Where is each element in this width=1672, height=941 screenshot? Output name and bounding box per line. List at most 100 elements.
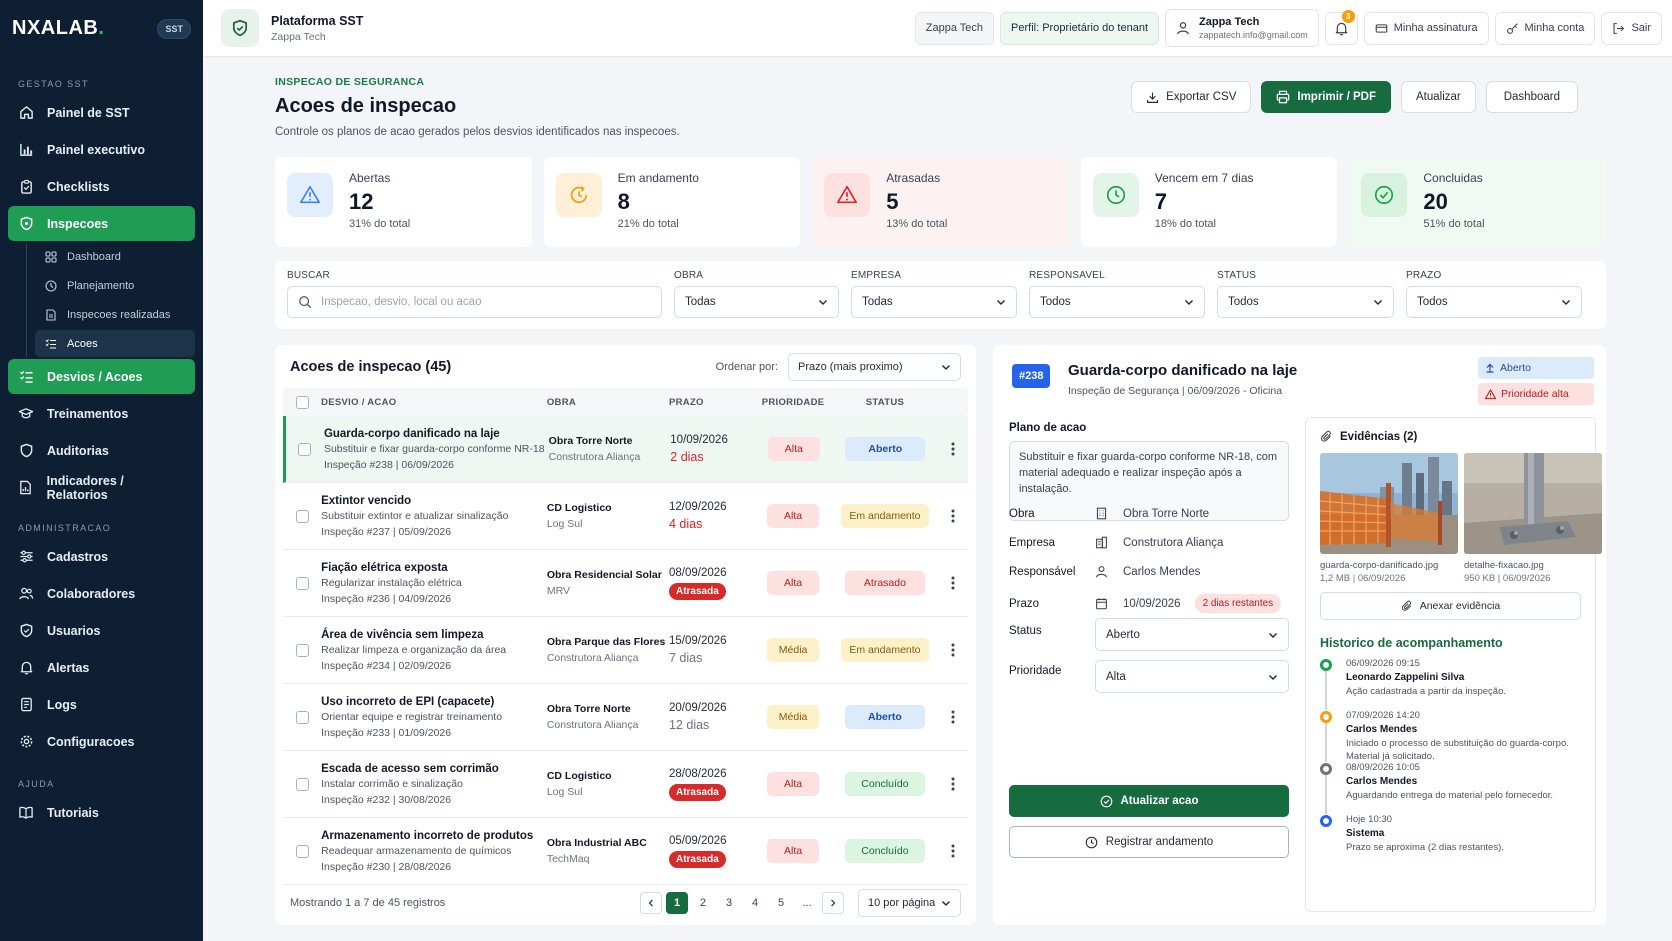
row-checkbox[interactable]	[295, 509, 309, 523]
subitem-acoes[interactable]: Acoes	[35, 330, 195, 357]
row-menu-button[interactable]	[939, 643, 968, 657]
obra-select[interactable]: Todas	[674, 286, 839, 318]
stat-card-vencem[interactable]: Vencem em 7 dias 7 18% do total	[1080, 157, 1338, 247]
history-entry: 08/09/2026 10:05 Carlos Mendes Aguardando …	[1320, 762, 1581, 814]
sidebar-item-alertas[interactable]: Alertas	[8, 650, 195, 685]
subitem-inspecoes-realizadas[interactable]: Inspecoes realizadas	[35, 301, 195, 328]
table-row[interactable]: Uso incorreto de EPI (capacete) Orientar …	[283, 684, 968, 751]
row-menu-button[interactable]	[939, 576, 968, 590]
page-button[interactable]: 1	[666, 892, 688, 914]
evidence-photo[interactable]: detalhe-fixacao.jpg 950 KB | 06/09/2026	[1464, 453, 1602, 584]
evidence-image-fixing-detail[interactable]	[1464, 453, 1602, 554]
page-button[interactable]: 4	[744, 892, 766, 914]
desvio-meta: Inspeção #230 | 28/08/2026	[321, 860, 452, 873]
page-button[interactable]: 2	[692, 892, 714, 914]
prazo-select[interactable]: Todos	[1406, 286, 1582, 318]
desvio-meta: Inspeção #236 | 04/09/2026	[321, 592, 452, 605]
row-menu-button[interactable]	[939, 509, 968, 523]
evidence-photo[interactable]: guarda-corpo-danificado.jpg 1,2 MB | 06/…	[1320, 453, 1458, 584]
col-header-desvio[interactable]: DESVIO / ACAO	[321, 397, 547, 408]
sidebar-item-checklists[interactable]: Checklists	[8, 169, 195, 204]
subitem-dashboard[interactable]: Dashboard	[35, 243, 195, 270]
responsavel-select[interactable]: Todos	[1029, 286, 1205, 318]
stat-card-atrasadas[interactable]: Atrasadas 5 13% do total	[812, 157, 1069, 247]
select-all-checkbox[interactable]	[295, 395, 309, 409]
sidebar-item-treinamentos[interactable]: Treinamentos	[8, 396, 195, 431]
logo[interactable]: NXALAB.	[12, 17, 104, 40]
page-button[interactable]: 3	[718, 892, 740, 914]
table-row[interactable]: Armazenamento incorreto de produtos Reade…	[283, 818, 968, 885]
sidebar-item-painel-sst[interactable]: Painel de SST	[8, 95, 195, 130]
prev-page-button[interactable]	[640, 892, 662, 914]
col-header-prazo[interactable]: PRAZO	[669, 397, 755, 408]
row-checkbox[interactable]	[298, 442, 312, 456]
row-checkbox[interactable]	[295, 576, 309, 590]
export-csv-button[interactable]: Exportar CSV	[1131, 81, 1252, 113]
table-row[interactable]: Extintor vencido Substituir extintor e at…	[283, 483, 968, 550]
sidebar-item-logs[interactable]: Logs	[8, 687, 195, 722]
sidebar-item-usuarios[interactable]: Usuarios	[8, 613, 195, 648]
row-checkbox[interactable]	[295, 643, 309, 657]
row-checkbox[interactable]	[295, 777, 309, 791]
stat-card-concluidas[interactable]: Concluidas 20 51% do total	[1349, 157, 1606, 247]
history-title: Historico de acompanhamento	[1320, 636, 1503, 650]
obra-cell: CD Logistico Log Sul	[547, 502, 669, 530]
row-menu-button[interactable]	[939, 710, 968, 724]
row-menu-button[interactable]	[939, 442, 968, 456]
table-row[interactable]: Escada de acesso sem corrimão Instalar co…	[283, 751, 968, 818]
stat-card-andamento[interactable]: Em andamento 8 21% do total	[543, 157, 801, 247]
row-checkbox-cell	[283, 576, 321, 590]
evidence-image-guardrail[interactable]	[1320, 453, 1458, 554]
table-row[interactable]: Área de vivência sem limpeza Realizar lim…	[283, 617, 968, 684]
register-progress-button[interactable]: Registrar andamento	[1009, 826, 1289, 858]
row-checkbox[interactable]	[295, 710, 309, 724]
search-input[interactable]: Inspecao, desvio, local ou acao	[287, 286, 662, 318]
profile-chip[interactable]: Perfil: Proprietário do tenant	[1000, 11, 1160, 45]
sidebar-item-colaboradores[interactable]: Colaboradores	[8, 576, 195, 611]
row-checkbox-cell	[283, 509, 321, 523]
sidebar-item-indicadores[interactable]: Indicadores / Relatorios	[8, 470, 195, 505]
sidebar-item-painel-executivo[interactable]: Painel executivo	[8, 132, 195, 167]
stat-card-abertas[interactable]: Abertas 12 31% do total	[275, 157, 532, 247]
sidebar-item-auditorias[interactable]: Auditorias	[8, 433, 195, 468]
subitem-planejamento[interactable]: Planejamento	[35, 272, 195, 299]
empresa-select[interactable]: Todas	[851, 286, 1017, 318]
subscription-button[interactable]: Minha assinatura	[1363, 11, 1489, 45]
refresh-button[interactable]: Atualizar	[1400, 81, 1476, 113]
account-button[interactable]: Minha conta	[1494, 11, 1596, 45]
print-pdf-button[interactable]: Imprimir / PDF	[1261, 81, 1391, 113]
next-page-button[interactable]	[822, 892, 844, 914]
update-action-button[interactable]: Atualizar acao	[1009, 785, 1289, 817]
row-checkbox[interactable]	[295, 844, 309, 858]
notifications-button[interactable]: 3	[1324, 9, 1358, 45]
sidebar-item-configuracoes[interactable]: Configuracoes	[8, 724, 195, 759]
table-row[interactable]: Guarda-corpo danificado na laje Substitui…	[283, 416, 968, 483]
page-button[interactable]: 5	[770, 892, 792, 914]
user-menu[interactable]: Zappa Tech zappatech.info@gmail.com	[1165, 9, 1319, 47]
sidebar-item-tutoriais[interactable]: Tutoriais	[8, 795, 195, 830]
filter-label: EMPRESA	[851, 270, 902, 281]
logo-dot: .	[98, 17, 105, 39]
obra-cell: Obra Torre Norte Construtora Aliança	[547, 703, 669, 731]
row-menu-button[interactable]	[939, 777, 968, 791]
per-page-select[interactable]: 10 por página	[858, 889, 961, 917]
tenant-chip[interactable]: Zappa Tech	[914, 11, 995, 45]
row-menu-button[interactable]	[939, 844, 968, 858]
status-select[interactable]: Aberto	[1095, 618, 1289, 651]
col-header-prioridade[interactable]: PRIORIDADE	[755, 397, 831, 408]
filter-status: STATUS Todos	[1217, 270, 1394, 329]
status-select[interactable]: Todos	[1217, 286, 1394, 318]
sort-select[interactable]: Prazo (mais proximo)	[788, 352, 961, 381]
status-cell: Aberto	[832, 437, 939, 461]
priority-select[interactable]: Alta	[1095, 660, 1289, 693]
logout-button[interactable]: Sair	[1601, 11, 1662, 45]
col-header-obra[interactable]: OBRA	[547, 397, 669, 408]
sidebar-item-cadastros[interactable]: Cadastros	[8, 539, 195, 574]
col-header-status[interactable]: STATUS	[831, 397, 938, 408]
dashboard-button[interactable]: Dashboard	[1485, 81, 1578, 113]
obra-name: CD Logistico	[546, 770, 612, 782]
table-row[interactable]: Fiação elétrica exposta Regularizar insta…	[283, 550, 968, 617]
sidebar-item-desvios-acoes[interactable]: Desvios / Acoes	[8, 359, 195, 394]
sidebar-item-inspecoes[interactable]: Inspecoes	[8, 206, 195, 241]
attach-evidence-button[interactable]: Anexar evidência	[1320, 592, 1581, 620]
